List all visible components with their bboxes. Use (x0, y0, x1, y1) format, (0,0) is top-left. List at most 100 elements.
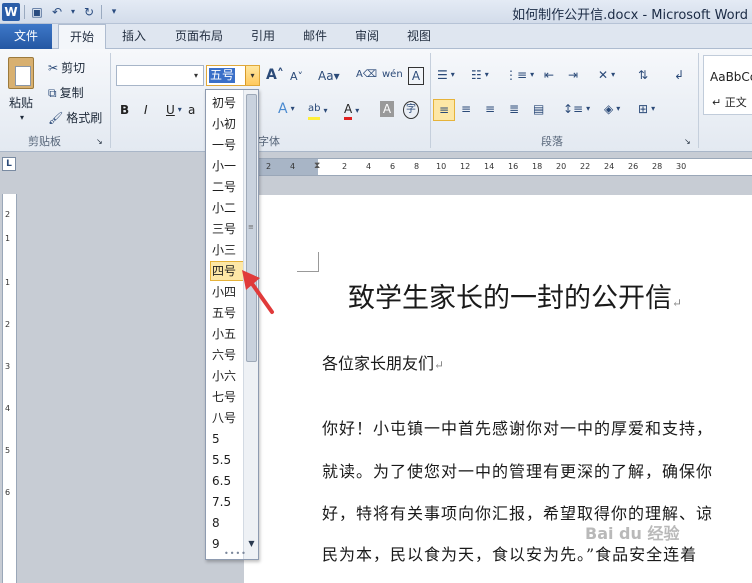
sort-icon: ⇅ (638, 68, 649, 82)
font-name-combo[interactable]: ▾ (116, 65, 204, 86)
tab-home[interactable]: 开始 (58, 24, 106, 50)
font-size-option[interactable]: 7.5 (210, 492, 244, 512)
shrink-font-button[interactable]: A˅ (290, 69, 303, 85)
italic-button[interactable]: I (144, 102, 148, 118)
increase-indent-button[interactable]: ⇥ (568, 67, 578, 83)
paragraph-line[interactable]: 民为本，民以食为天，食以安为先。”食品安全连着 (322, 541, 697, 565)
font-size-option[interactable]: 小二 (210, 198, 244, 218)
strikethrough-button[interactable]: a (188, 102, 195, 118)
text-effects-button[interactable]: A ▾ (278, 101, 295, 117)
font-size-option[interactable]: 一号 (210, 135, 244, 155)
font-size-option[interactable]: 5 (210, 429, 244, 449)
dropdown-scrollbar[interactable]: ≡ ▼ (243, 90, 258, 559)
scroll-down-icon[interactable]: ▼ (246, 538, 257, 550)
font-size-option[interactable]: 七号 (210, 387, 244, 407)
shading-button[interactable]: ◈ ▾ (604, 101, 620, 117)
font-size-value[interactable]: 五号 (209, 68, 236, 83)
tab-review[interactable]: 审阅 (344, 24, 390, 49)
highlight-button[interactable]: ab ▾ (308, 101, 328, 120)
bullets-button[interactable]: ☰ ▾ (437, 67, 455, 83)
paste-button[interactable]: 粘贴 (9, 94, 33, 111)
borders-icon: ⊞ (638, 102, 649, 116)
paste-icon[interactable] (8, 57, 34, 89)
ruler-tick: 1 (5, 234, 11, 243)
show-marks-button[interactable]: ↲ (674, 67, 684, 83)
align-left-button[interactable]: ≡ (433, 99, 455, 121)
paragraph-line[interactable]: 就读。为了使您对一中的管理有更深的了解，确保你 (322, 458, 713, 482)
enclose-characters-button[interactable]: 字 (403, 101, 419, 119)
numbering-button[interactable]: ☷ ▾ (471, 67, 489, 83)
copy-button[interactable]: ⧉ 复制 (48, 84, 84, 101)
clipboard-launcher-icon[interactable]: ↘ (96, 137, 103, 146)
chevron-down-icon[interactable]: ▾ (245, 66, 259, 85)
font-size-option[interactable]: 小六 (210, 366, 244, 386)
font-size-option[interactable]: 6.5 (210, 471, 244, 491)
tab-view[interactable]: 视图 (396, 24, 442, 49)
chinese-layout-button[interactable]: ✕ ▾ (598, 67, 615, 83)
align-right-button[interactable]: ≡ (485, 101, 495, 117)
tab-mailings[interactable]: 邮件 (292, 24, 338, 49)
change-case-button[interactable]: Aa▾ (318, 68, 340, 84)
character-shading-button[interactable]: A (380, 101, 394, 117)
tab-selector-icon[interactable]: L (2, 157, 16, 171)
indent-marker-icon[interactable]: ⧗ (314, 161, 320, 171)
customize-toolbar-icon[interactable]: ▾ (106, 4, 122, 20)
save-icon[interactable]: ▣ (29, 4, 45, 20)
font-size-option[interactable]: 8 (210, 513, 244, 533)
multilevel-list-button[interactable]: ⋮≡ ▾ (505, 67, 534, 83)
paragraph-launcher-icon[interactable]: ↘ (684, 137, 691, 146)
underline-icon: U (166, 103, 175, 117)
font-size-option[interactable]: 小三 (210, 240, 244, 260)
tab-references[interactable]: 引用 (240, 24, 286, 49)
font-color-button[interactable]: A ▾ (344, 101, 359, 120)
font-size-option[interactable]: 小一 (210, 156, 244, 176)
ruler-tick: 18 (532, 162, 543, 171)
tab-insert[interactable]: 插入 (110, 24, 158, 49)
font-size-option[interactable]: 三号 (210, 219, 244, 239)
ruler-tick: 26 (628, 162, 639, 171)
justify-button[interactable]: ≣ (509, 101, 519, 117)
font-size-option[interactable]: 六号 (210, 345, 244, 365)
grow-font-button[interactable]: A˄ (266, 67, 284, 83)
font-color-icon: A (344, 101, 353, 120)
line-spacing-button[interactable]: ↕≡ ▾ (563, 101, 590, 117)
chinese-layout-icon: ✕ (598, 68, 609, 82)
undo-icon[interactable]: ↶ (49, 4, 65, 20)
font-size-option[interactable]: 小五 (210, 324, 244, 344)
font-size-option[interactable]: 小初 (210, 114, 244, 134)
sort-button[interactable]: ⇅ (638, 67, 648, 83)
chevron-down-icon[interactable]: ▾ (189, 66, 203, 85)
align-center-button[interactable]: ≡ (461, 101, 471, 117)
borders-button[interactable]: ⊞ ▾ (638, 101, 655, 117)
decrease-indent-button[interactable]: ⇤ (544, 67, 554, 83)
scroll-thumb[interactable]: ≡ (246, 94, 257, 362)
font-size-option[interactable]: 二号 (210, 177, 244, 197)
format-painter-button[interactable]: 🖌 格式刷 (48, 109, 102, 126)
horizontal-ruler[interactable]: 2 4 2 4 6 8 10 12 14 16 18 20 22 24 26 2… (246, 158, 752, 176)
undo-dropdown-icon[interactable]: ▾ (69, 4, 77, 20)
bold-button[interactable]: B (120, 102, 129, 118)
cut-button[interactable]: ✂ 剪切 (48, 59, 85, 76)
word-logo-icon[interactable]: W (2, 3, 20, 21)
distributed-button[interactable]: ▤ (533, 101, 544, 117)
font-size-dropdown[interactable]: 初号 小初 一号 小一 二号 小二 三号 小三 四号 小四 五号 小五 六号 小六 七号 八号 5 5.5 6.5 7… (205, 89, 259, 560)
font-size-option[interactable]: 5.5 (210, 450, 244, 470)
document-title[interactable]: 致学生家长的一封的公开信↵ (348, 276, 682, 315)
resize-grip-icon[interactable]: •••• (224, 549, 247, 558)
font-size-option[interactable]: 初号 (210, 93, 244, 113)
style-normal[interactable]: AaBbCc ↵ 正文 (703, 55, 752, 115)
tab-page-layout[interactable]: 页面布局 (164, 24, 234, 49)
character-border-button[interactable]: A (408, 67, 424, 85)
phonetic-guide-button[interactable]: wén (382, 67, 403, 83)
font-size-combo[interactable]: 五号 ▾ (206, 65, 260, 86)
underline-button[interactable]: U ▾ (166, 102, 182, 118)
paragraph-line[interactable]: 你好！小屯镇一中首先感谢你对一中的厚爱和支持， (322, 415, 713, 439)
salutation[interactable]: 各位家长朋友们↵ (322, 350, 444, 374)
redo-icon[interactable]: ↻ (81, 4, 97, 20)
clear-format-button[interactable]: A⌫ (356, 67, 377, 83)
font-size-option[interactable]: 八号 (210, 408, 244, 428)
font-group-label: 字体 (258, 135, 280, 148)
vertical-ruler[interactable]: 2 1 1 2 3 4 5 6 (2, 194, 17, 583)
tab-file[interactable]: 文件 (0, 24, 52, 49)
paste-dropdown-icon[interactable]: ▾ (20, 113, 24, 122)
